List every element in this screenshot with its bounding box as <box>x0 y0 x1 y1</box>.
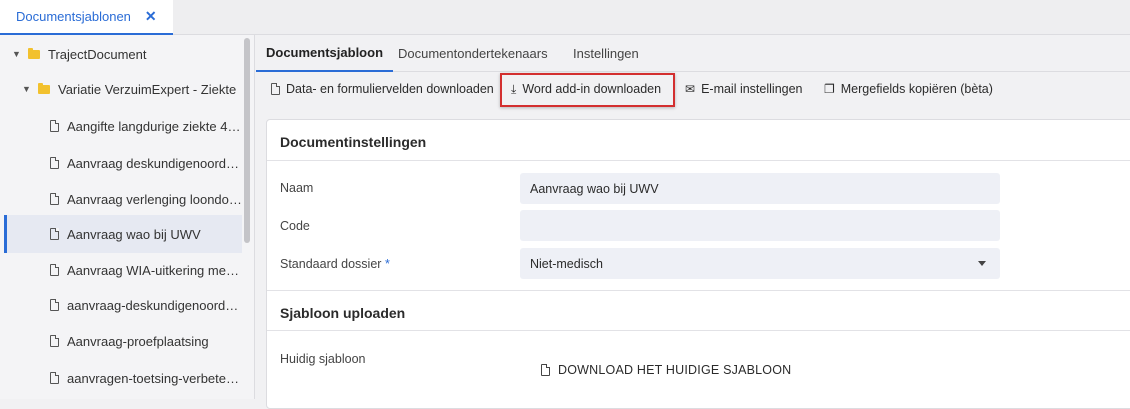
download-current-template-link[interactable]: DOWNLOAD HET HUIDIGE SJABLOON <box>541 363 791 377</box>
tree-item-file-selected[interactable]: Aanvraag wao bij UWV <box>4 215 242 253</box>
data-fields-download-label: Data- en formuliervelden downloaden <box>286 82 494 96</box>
tree-item-label: Aanvraag deskundigenoorde… <box>67 155 242 171</box>
highlight-box <box>500 73 675 107</box>
caret-down-icon[interactable]: ▼ <box>12 49 22 59</box>
code-label: Code <box>280 219 310 233</box>
tree-item-label: Aanvraag wao bij UWV <box>67 226 201 242</box>
dossier-label: Standaard dossier * <box>280 257 390 271</box>
name-input-value: Aanvraag wao bij UWV <box>530 181 659 196</box>
documentsjablonen-tab-label: Documentsjablonen <box>16 9 131 24</box>
tree-item-trajectdocument[interactable]: ▼ TrajectDocument <box>4 35 242 73</box>
tree-item-file[interactable]: aanvragen-toetsing-verbeter… <box>4 359 242 397</box>
tree-item-file[interactable]: Aanvraag verlenging loondo… <box>4 180 242 218</box>
settings-panel: Documentinstellingen Naam Aanvraag wao b… <box>266 119 1130 409</box>
section-title-documentinstellingen: Documentinstellingen <box>280 134 427 150</box>
data-fields-download-button[interactable]: Data- en formuliervelden downloaden <box>271 77 494 101</box>
tree-item-label: Aanvraag verlenging loondo… <box>67 191 242 207</box>
file-icon <box>271 83 280 95</box>
tree-item-file[interactable]: Aanvraag-proefplaatsing <box>4 322 242 360</box>
code-input[interactable] <box>520 210 1000 241</box>
tree-item-file[interactable]: aanvraag-deskundigenoorde… <box>4 286 242 324</box>
tree-item-file[interactable]: Aanvraag deskundigenoorde… <box>4 144 242 182</box>
file-icon <box>50 299 59 311</box>
file-icon <box>50 157 59 169</box>
documentsjablonen-tab[interactable]: Documentsjablonen ✕ <box>0 0 173 35</box>
folder-icon <box>38 82 50 94</box>
sidebar-tree: ▼ TrajectDocument ▼ Variatie VerzuimExpe… <box>0 35 255 399</box>
tree-item-label: aanvraag-deskundigenoorde… <box>67 297 242 313</box>
envelope-icon: ✉ <box>685 82 696 96</box>
caret-down-icon[interactable]: ▼ <box>22 84 32 94</box>
file-icon <box>541 364 550 376</box>
mergefields-copy-label: Mergefields kopiëren (bèta) <box>840 82 993 96</box>
file-icon <box>50 228 59 240</box>
download-current-template-label: DOWNLOAD HET HUIDIGE SJABLOON <box>558 363 792 377</box>
tree-item-label: Aanvraag-proefplaatsing <box>67 333 209 349</box>
tree-item-file[interactable]: Aanvraag WIA-uitkering met … <box>4 251 242 289</box>
file-icon <box>50 193 59 205</box>
tree-item-label: Aangifte langdurige ziekte 4… <box>67 118 241 134</box>
top-bar: Documentsjablonen ✕ <box>0 0 1130 35</box>
copy-icon: ❐ <box>824 82 835 96</box>
dossier-label-text: Standaard dossier <box>280 257 382 271</box>
divider <box>267 160 1130 161</box>
sidebar-scrollbar[interactable] <box>244 38 250 243</box>
folder-icon <box>28 47 40 59</box>
tab-instellingen[interactable]: Instellingen <box>563 35 649 72</box>
tree-item-variatie[interactable]: ▼ Variatie VerzuimExpert - Ziekte <box>4 70 242 108</box>
dossier-select-value: Niet-medisch <box>530 256 603 271</box>
divider <box>267 330 1130 331</box>
name-label: Naam <box>280 181 314 195</box>
section-title-sjabloon-uploaden: Sjabloon uploaden <box>280 305 406 321</box>
tab-bar: Documentsjabloon Documentondertekenaars … <box>256 35 1130 72</box>
current-template-label: Huidig sjabloon <box>280 352 366 366</box>
name-input[interactable]: Aanvraag wao bij UWV <box>520 173 1000 204</box>
mergefields-copy-button[interactable]: ❐ Mergefields kopiëren (bèta) <box>824 77 993 101</box>
dossier-select[interactable]: Niet-medisch <box>520 248 1000 279</box>
email-settings-button[interactable]: ✉ E-mail instellingen <box>685 77 803 101</box>
chevron-down-icon <box>978 261 986 266</box>
tree-item-label: aanvragen-toetsing-verbeter… <box>67 370 242 386</box>
close-icon[interactable]: ✕ <box>145 8 157 25</box>
file-icon <box>50 264 59 276</box>
email-settings-label: E-mail instellingen <box>701 82 803 96</box>
tree-item-file[interactable]: Aangifte langdurige ziekte 4… <box>4 107 242 145</box>
required-marker: * <box>384 257 390 271</box>
tab-documentondertekenaars[interactable]: Documentondertekenaars <box>388 35 558 72</box>
tree-item-label: TrajectDocument <box>48 46 147 62</box>
file-icon <box>50 120 59 132</box>
divider <box>267 290 1130 291</box>
toolbar: Data- en formuliervelden downloaden ⤓ Wo… <box>256 72 1130 106</box>
file-icon <box>50 335 59 347</box>
file-icon <box>50 372 59 384</box>
tree-item-label: Variatie VerzuimExpert - Ziekte <box>58 81 237 97</box>
tab-documentsjabloon[interactable]: Documentsjabloon <box>256 35 394 72</box>
tree-item-label: Aanvraag WIA-uitkering met … <box>67 262 242 278</box>
